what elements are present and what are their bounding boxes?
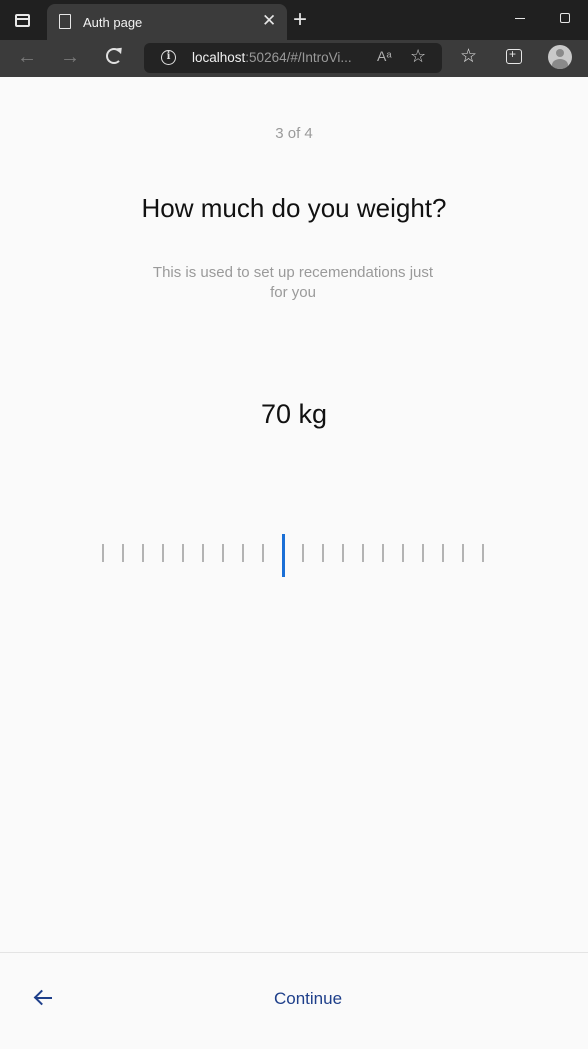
add-favorite-icon[interactable]: ☆: [410, 46, 426, 67]
ruler-tick[interactable]: [142, 544, 144, 562]
ruler-tick[interactable]: [202, 544, 204, 562]
close-tab-icon[interactable]: ✕: [262, 12, 276, 30]
tab-actions-icon[interactable]: [15, 14, 30, 27]
page-content: 3 of 4 How much do you weight? This is u…: [0, 77, 588, 1049]
footer-divider: [0, 952, 588, 953]
read-aloud-icon[interactable]: Aᵃ: [377, 48, 392, 64]
page-title: How much do you weight?: [141, 193, 447, 223]
new-tab-icon[interactable]: +: [293, 8, 307, 32]
address-bar[interactable]: i localhost:50264/#/IntroVi... Aᵃ ☆: [144, 43, 442, 73]
ruler-tick[interactable]: [422, 544, 424, 562]
ruler-tick[interactable]: [182, 544, 184, 562]
ruler-tick[interactable]: [482, 544, 484, 562]
url-text: localhost:50264/#/IntroVi...: [192, 50, 352, 65]
page-icon: [59, 14, 71, 29]
url-path: :50264/#/IntroVi...: [245, 50, 352, 65]
profile-avatar[interactable]: [548, 45, 572, 69]
weight-ruler-slider[interactable]: [0, 534, 588, 578]
forward-nav-icon[interactable]: →: [60, 45, 80, 69]
ruler-tick[interactable]: [442, 544, 444, 562]
ruler-tick[interactable]: [362, 544, 364, 562]
ruler-tick[interactable]: [242, 544, 244, 562]
collections-icon[interactable]: [506, 47, 522, 64]
ruler-tick-selected[interactable]: [281, 534, 285, 577]
back-nav-icon[interactable]: ←: [17, 45, 37, 69]
ruler-tick[interactable]: [322, 544, 324, 562]
ruler-tick[interactable]: [102, 544, 104, 562]
tab-title: Auth page: [83, 15, 143, 30]
ruler-tick[interactable]: [122, 544, 124, 562]
ruler-tick[interactable]: [402, 544, 404, 562]
back-button[interactable]: [33, 987, 55, 1009]
reload-icon[interactable]: [106, 48, 122, 64]
ruler-tick[interactable]: [162, 544, 164, 562]
site-info-icon[interactable]: i: [161, 50, 176, 65]
page-subtitle: This is used to set up recemendations ju…: [152, 264, 434, 301]
url-host: localhost: [192, 50, 246, 65]
browser-tab[interactable]: Auth page ✕: [47, 4, 287, 40]
browser-titlebar: Auth page ✕ +: [0, 0, 588, 40]
arrow-left-head: [33, 989, 50, 1006]
ruler-tick[interactable]: [342, 544, 344, 562]
maximize-window-icon[interactable]: [560, 13, 570, 23]
weight-value: 70 kg: [260, 399, 328, 429]
minimize-window-icon[interactable]: [515, 18, 525, 19]
ruler-tick[interactable]: [262, 544, 264, 562]
ruler-tick[interactable]: [382, 544, 384, 562]
ruler-tick[interactable]: [222, 544, 224, 562]
ruler-tick[interactable]: [462, 544, 464, 562]
favorites-icon[interactable]: ☆: [460, 45, 477, 68]
step-indicator: 3 of 4: [275, 125, 313, 142]
ruler-tick[interactable]: [302, 544, 304, 562]
continue-button[interactable]: Continue: [230, 989, 386, 1009]
